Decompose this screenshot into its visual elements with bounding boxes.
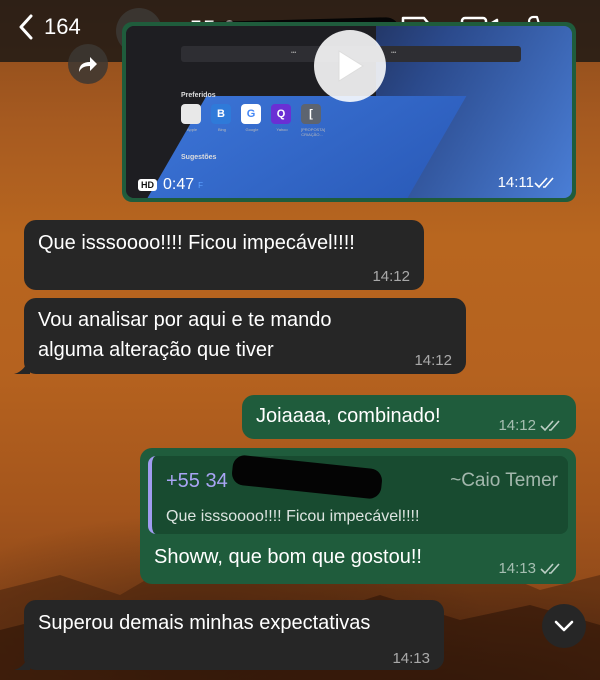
- forward-icon: [79, 57, 97, 72]
- message-time: 14:13: [392, 650, 430, 667]
- bubble-tail: [14, 358, 30, 374]
- read-receipt-icon: [540, 563, 560, 575]
- favorites-label: Preferidos: [181, 92, 216, 99]
- message-time: 14:12: [414, 352, 452, 369]
- back-button[interactable]: 164: [18, 14, 81, 40]
- chevron-left-icon: [19, 14, 33, 40]
- message-text-line: Vou analisar por aqui e te mando: [38, 309, 332, 331]
- message-text: Superou demais minhas expectativas: [38, 612, 371, 634]
- forward-button[interactable]: [68, 44, 108, 84]
- play-icon: [338, 50, 364, 82]
- message-text-line: alguma alteração que tiver: [38, 339, 274, 361]
- favorite-bing: B Bing: [211, 104, 233, 137]
- yahoo-icon: Q: [271, 104, 291, 124]
- favorite-yahoo: Q Yahoo: [271, 104, 293, 137]
- read-receipt-icon: [534, 176, 554, 188]
- bing-icon: B: [211, 104, 231, 124]
- google-icon: G: [241, 104, 261, 124]
- message-text: Que isssoooo!!!! Ficou impecável!!!!: [38, 232, 355, 254]
- chevron-down-icon: [554, 620, 574, 632]
- scroll-to-bottom-button[interactable]: [542, 604, 586, 648]
- bookmark-icon: [: [301, 104, 321, 124]
- suggestions-label: Sugestões: [181, 154, 217, 161]
- unread-count: 164: [44, 14, 81, 39]
- apple-icon: [181, 104, 201, 124]
- video-thumbnail[interactable]: ••• ••• Preferidos Apple B Bing G Google…: [126, 26, 572, 198]
- favorite-proposta: [ [PROPOSTA] CRIAÇÃO...: [301, 104, 325, 137]
- video-message[interactable]: ••• ••• Preferidos Apple B Bing G Google…: [122, 22, 576, 202]
- bubble-tail: [14, 654, 30, 670]
- quoted-author: +55 34: [166, 470, 228, 492]
- play-button[interactable]: [314, 30, 386, 102]
- message-time: 14:13: [498, 554, 564, 584]
- hd-badge: HD: [138, 179, 157, 191]
- favorites-row: Apple B Bing G Google Q Yahoo [ [PROPOST…: [181, 104, 325, 137]
- favorite-google: G Google: [241, 104, 263, 137]
- quoted-message[interactable]: +55 34 ~Caio Temer Que isssoooo!!!! Fico…: [148, 454, 568, 534]
- message-time: 14:12: [372, 268, 410, 285]
- quoted-author-label: ~Caio Temer: [450, 470, 558, 491]
- message-time: 14:12: [498, 411, 564, 441]
- message-outgoing[interactable]: Joiaaaa, combinado! 14:12: [242, 395, 576, 439]
- video-duration: HD 0:47 F: [138, 176, 203, 194]
- duration-text: 0:47: [163, 176, 195, 193]
- favorite-apple: Apple: [181, 104, 203, 137]
- message-outgoing-reply[interactable]: +55 34 ~Caio Temer Que isssoooo!!!! Fico…: [140, 448, 576, 584]
- message-text: Showw, que bom que gostou!!: [154, 546, 422, 568]
- message-time: 14:11: [498, 174, 558, 191]
- quoted-text: Que isssoooo!!!! Ficou impecável!!!!: [166, 508, 420, 525]
- message-incoming[interactable]: Vou analisar por aqui e te mando alguma …: [14, 298, 466, 374]
- message-incoming[interactable]: Que isssoooo!!!! Ficou impecável!!!! 14:…: [24, 220, 424, 290]
- message-incoming[interactable]: Superou demais minhas expectativas 14:13: [14, 600, 444, 670]
- message-text: Joiaaaa, combinado!: [256, 405, 441, 427]
- read-receipt-icon: [540, 420, 560, 432]
- redaction-mark: [230, 454, 384, 500]
